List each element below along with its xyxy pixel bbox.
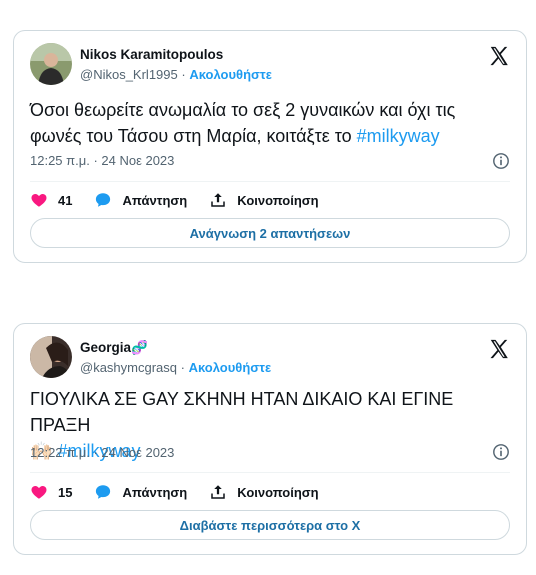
hashtag-link[interactable]: #milkyway: [357, 126, 440, 146]
handle-row: @kashymcgrasq · Ακολουθήστε: [80, 360, 271, 375]
reply-label: Απάντηση: [122, 484, 188, 500]
share-label: Κοινοποίηση: [237, 484, 319, 500]
share-upload-icon: [211, 485, 225, 499]
heart-icon: [31, 486, 47, 499]
author-name[interactable]: Nikos Karamitopoulos: [80, 47, 223, 62]
handle-row: @Nikos_Krl1995 · Ακολουθήστε: [80, 67, 272, 82]
reply-button[interactable]: Απάντηση: [94, 191, 187, 209]
reply-label: Απάντηση: [122, 192, 188, 208]
follow-link[interactable]: Ακολουθήστε: [189, 67, 272, 82]
separator: ·: [177, 67, 190, 82]
share-label: Κοινοποίηση: [237, 192, 319, 208]
heart-icon: [31, 194, 47, 207]
share-upload-icon: [211, 193, 225, 207]
avatar[interactable]: [30, 43, 72, 85]
like-button[interactable]: 41: [30, 191, 72, 209]
tweet-text: Όσοι θεωρείτε ανωμαλία το σεξ 2 γυναικών…: [30, 97, 510, 149]
divider: [30, 181, 510, 182]
reply-button[interactable]: Απάντηση: [94, 483, 187, 501]
author-name-text: Georgia: [80, 340, 132, 355]
like-count: 15: [58, 484, 73, 500]
x-logo-icon[interactable]: [488, 338, 510, 360]
reply-bubble-icon: [96, 193, 111, 207]
reply-bubble-icon: [96, 485, 111, 499]
timestamp[interactable]: 12:25 π.μ. · 24 Νοε 2023: [30, 153, 174, 168]
x-logo-icon[interactable]: [488, 45, 510, 67]
share-button[interactable]: Κοινοποίηση: [209, 191, 319, 209]
action-bar: 41 Απάντηση Κοινοποίηση: [30, 189, 341, 211]
share-button[interactable]: Κοινοποίηση: [209, 483, 319, 501]
read-replies-button[interactable]: Ανάγνωση 2 απαντήσεων: [30, 218, 510, 248]
divider: [30, 472, 510, 473]
read-more-button[interactable]: Διαβάστε περισσότερα στο X: [30, 510, 510, 540]
tweet-card: Georgia🧬 @kashymcgrasq · Ακολουθήστε ΓΙΟ…: [13, 323, 527, 555]
like-count: 41: [58, 192, 73, 208]
separator: ·: [177, 360, 189, 375]
timestamp[interactable]: 12:22 π.μ. · 24 Νοε 2023: [30, 445, 174, 460]
tweet-body: ΓΙΟΥΛΙΚΑ ΣΕ GAY ΣΚΗΝΗ ΗΤΑΝ ΔΙΚΑΙΟ ΚΑΙ ΕΓ…: [30, 389, 454, 435]
info-icon[interactable]: [492, 443, 510, 461]
action-bar: 15 Απάντηση Κοινοποίηση: [30, 481, 341, 503]
author-name[interactable]: Georgia🧬: [80, 340, 148, 356]
dna-emoji: 🧬: [131, 340, 148, 355]
author-name-text: Nikos Karamitopoulos: [80, 47, 224, 62]
tweet-card: Nikos Karamitopoulos @Nikos_Krl1995 · Ακ…: [13, 30, 527, 263]
like-button[interactable]: 15: [30, 483, 72, 501]
author-handle[interactable]: @kashymcgrasq: [80, 360, 177, 375]
avatar[interactable]: [30, 336, 72, 378]
author-handle[interactable]: @Nikos_Krl1995: [80, 67, 178, 82]
follow-link[interactable]: Ακολουθήστε: [189, 360, 272, 375]
info-icon[interactable]: [492, 152, 510, 170]
